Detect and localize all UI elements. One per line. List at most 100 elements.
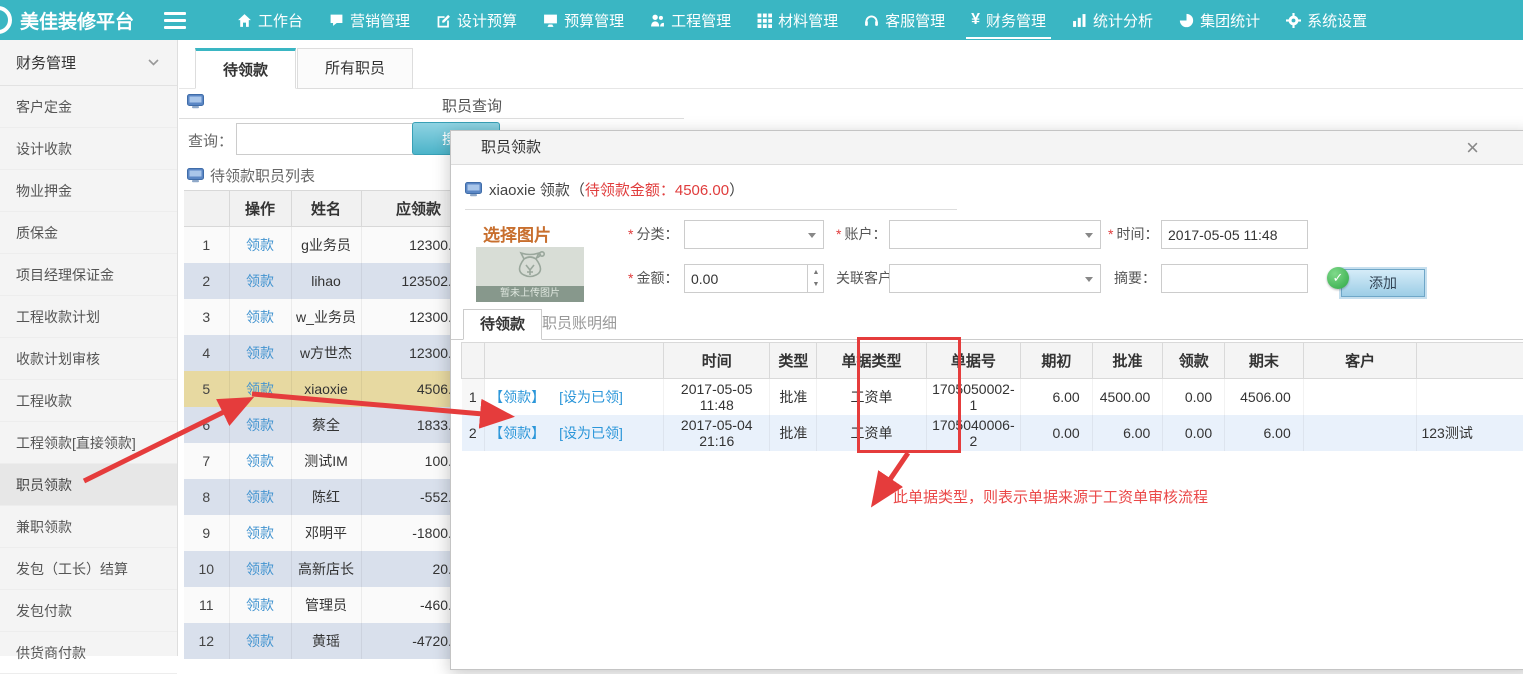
monitor-list-icon bbox=[187, 168, 204, 183]
receive-link[interactable]: 领款 bbox=[246, 309, 274, 325]
nav-item-集团统计[interactable]: 集团统计 bbox=[1166, 0, 1273, 40]
receive-link[interactable]: 领款 bbox=[246, 561, 274, 577]
close-icon[interactable]: × bbox=[1466, 135, 1479, 161]
tab-all-staff[interactable]: 所有职员 bbox=[297, 48, 413, 89]
record-type: 批准 bbox=[770, 415, 817, 451]
account-select[interactable] bbox=[889, 220, 1101, 249]
edit-icon bbox=[436, 13, 451, 28]
row-number: 1 bbox=[184, 227, 229, 263]
sidebar: 财务管理 客户定金设计收款物业押金质保金项目经理保证金工程收款计划收款计划审核工… bbox=[0, 40, 178, 656]
receive-link[interactable]: 领款 bbox=[246, 417, 274, 433]
column-header bbox=[485, 343, 664, 379]
receive-link[interactable]: 领款 bbox=[246, 597, 274, 613]
approved-amount: 6.00 bbox=[1092, 415, 1163, 451]
sidebar-item-工程收款计划[interactable]: 工程收款计划 bbox=[0, 296, 177, 338]
table-row: 9领款邓明平-1800.00 bbox=[184, 515, 476, 551]
nav-item-客服管理[interactable]: 客服管理 bbox=[851, 0, 958, 40]
add-button[interactable]: 添加 bbox=[1341, 269, 1425, 297]
summary-input[interactable] bbox=[1161, 264, 1308, 293]
receive-link[interactable]: 领款 bbox=[246, 633, 274, 649]
received-amount: 0.00 bbox=[1163, 415, 1225, 451]
headset-icon bbox=[864, 13, 879, 28]
sidebar-item-供货商付款[interactable]: 供货商付款 bbox=[0, 632, 177, 674]
caret-down-icon bbox=[1085, 277, 1093, 282]
staff-name: 邓明平 bbox=[291, 515, 361, 551]
receive-link[interactable]: 领款 bbox=[246, 237, 274, 253]
annotation-note: 此单据类型，则表示单据来源于工资单审核流程 bbox=[893, 486, 1208, 507]
choose-image-button[interactable]: 选择图片 bbox=[483, 221, 551, 246]
top-nav-items: 工作台营销管理设计预算预算管理工程管理材料管理客服管理¥财务管理统计分析集团统计… bbox=[224, 0, 1380, 40]
sidebar-item-物业押金[interactable]: 物业押金 bbox=[0, 170, 177, 212]
set-received-link[interactable]: [设为已领] bbox=[559, 389, 623, 405]
payment-record-row: 1【领款】[设为已领]2017-05-05 11:48批准工资单17050500… bbox=[462, 379, 1523, 415]
receive-link[interactable]: 领款 bbox=[246, 489, 274, 505]
nav-item-工作台[interactable]: 工作台 bbox=[224, 0, 316, 40]
menu-toggle-icon[interactable] bbox=[164, 12, 186, 29]
app-logo-icon bbox=[0, 6, 12, 34]
table-row: 3领款w_业务员12300.00 bbox=[184, 299, 476, 335]
search-input[interactable] bbox=[236, 123, 415, 155]
staff-name: 陈红 bbox=[291, 479, 361, 515]
receive-cell: 领款 bbox=[229, 263, 291, 299]
app-title: 美佳装修平台 bbox=[20, 7, 134, 34]
nav-item-预算管理[interactable]: 预算管理 bbox=[530, 0, 637, 40]
receive-cell: 领款 bbox=[229, 479, 291, 515]
category-select[interactable] bbox=[684, 220, 824, 249]
staff-name: w_业务员 bbox=[291, 299, 361, 335]
receive-action-link[interactable]: 【领款】 bbox=[489, 389, 545, 405]
sidebar-item-工程收款[interactable]: 工程收款 bbox=[0, 380, 177, 422]
receive-link[interactable]: 领款 bbox=[246, 453, 274, 469]
nav-item-材料管理[interactable]: 材料管理 bbox=[744, 0, 851, 40]
row-number: 7 bbox=[184, 443, 229, 479]
nav-item-统计分析[interactable]: 统计分析 bbox=[1059, 0, 1166, 40]
sidebar-item-职员领款[interactable]: 职员领款 bbox=[0, 464, 177, 506]
nav-item-设计预算[interactable]: 设计预算 bbox=[423, 0, 530, 40]
nav-item-财务管理[interactable]: ¥财务管理 bbox=[958, 0, 1059, 40]
tab-pending-payments[interactable]: 待领款 bbox=[195, 48, 296, 89]
sidebar-item-发包（工长）结算[interactable]: 发包（工长）结算 bbox=[0, 548, 177, 590]
receive-link[interactable]: 领款 bbox=[246, 345, 274, 361]
sidebar-header[interactable]: 财务管理 bbox=[0, 40, 177, 86]
nav-item-营销管理[interactable]: 营销管理 bbox=[316, 0, 423, 40]
sidebar-item-收款计划审核[interactable]: 收款计划审核 bbox=[0, 338, 177, 380]
column-header: 单据类型 bbox=[817, 343, 926, 379]
sidebar-item-工程领款[直接领款][interactable]: 工程领款[直接领款] bbox=[0, 422, 177, 464]
row-number: 2 bbox=[462, 415, 485, 451]
sidebar-item-发包付款[interactable]: 发包付款 bbox=[0, 590, 177, 632]
amount-stepper[interactable]: ▲▼ bbox=[807, 264, 824, 293]
receive-link[interactable]: 领款 bbox=[246, 525, 274, 541]
customer-cell bbox=[1303, 379, 1417, 415]
column-header bbox=[184, 191, 229, 227]
doc-type: 工资单 bbox=[817, 415, 926, 451]
time-input[interactable] bbox=[1161, 220, 1308, 249]
sidebar-item-质保金[interactable]: 质保金 bbox=[0, 212, 177, 254]
set-received-link[interactable]: [设为已领] bbox=[559, 425, 623, 441]
receive-action-link[interactable]: 【领款】 bbox=[489, 425, 545, 441]
no-image-label: 暂未上传图片 bbox=[476, 286, 584, 302]
staff-name: xiaoxie bbox=[291, 371, 361, 407]
modal-tab-account-detail[interactable]: 职员账明细 bbox=[526, 309, 633, 340]
customer-select[interactable] bbox=[889, 264, 1101, 293]
doc-number: 1705050002-1 bbox=[926, 379, 1021, 415]
begin-balance: 6.00 bbox=[1021, 379, 1093, 415]
amount-label: *金额： bbox=[628, 264, 678, 293]
row-number: 5 bbox=[184, 371, 229, 407]
column-header: 操作 bbox=[229, 191, 291, 227]
column-header bbox=[1417, 343, 1523, 379]
record-type: 批准 bbox=[770, 379, 817, 415]
receive-link[interactable]: 领款 bbox=[246, 273, 274, 289]
nav-item-系统设置[interactable]: 系统设置 bbox=[1273, 0, 1380, 40]
amount-input[interactable] bbox=[684, 264, 824, 293]
sidebar-item-项目经理保证金[interactable]: 项目经理保证金 bbox=[0, 254, 177, 296]
sidebar-item-客户定金[interactable]: 客户定金 bbox=[0, 86, 177, 128]
check-icon: ✓ bbox=[1327, 267, 1349, 289]
receive-link[interactable]: 领款 bbox=[246, 381, 274, 397]
receive-cell: 领款 bbox=[229, 227, 291, 263]
nav-item-工程管理[interactable]: 工程管理 bbox=[637, 0, 744, 40]
staff-name: 测试IM bbox=[291, 443, 361, 479]
sidebar-item-设计收款[interactable]: 设计收款 bbox=[0, 128, 177, 170]
table-row: 7领款测试IM100.00 bbox=[184, 443, 476, 479]
time-label: *时间： bbox=[1108, 220, 1158, 249]
sidebar-item-兼职领款[interactable]: 兼职领款 bbox=[0, 506, 177, 548]
payment-records-table: 时间类型单据类型单据号期初批准领款期末客户 1【领款】[设为已领]2017-05… bbox=[461, 342, 1523, 451]
